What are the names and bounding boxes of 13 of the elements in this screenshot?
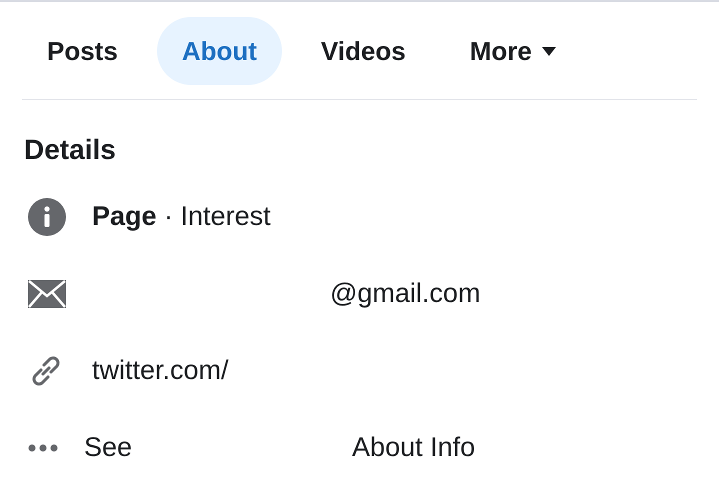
tab[interactable]: About — [156, 17, 282, 85]
tab[interactable]: More — [444, 17, 581, 85]
more-icon — [28, 444, 58, 452]
section-title: Details — [24, 134, 117, 166]
tab[interactable]: Posts — [22, 17, 143, 85]
info-icon — [28, 198, 66, 236]
tab[interactable]: Videos — [296, 17, 431, 85]
detail-text: See — [84, 432, 132, 463]
detail-text: @gmail.com — [330, 278, 480, 309]
envelope-icon — [28, 280, 66, 308]
detail-text: twitter.com/ — [92, 355, 229, 386]
detail-text: About Info — [352, 432, 476, 463]
detail-text: Page · Interest — [92, 201, 271, 232]
